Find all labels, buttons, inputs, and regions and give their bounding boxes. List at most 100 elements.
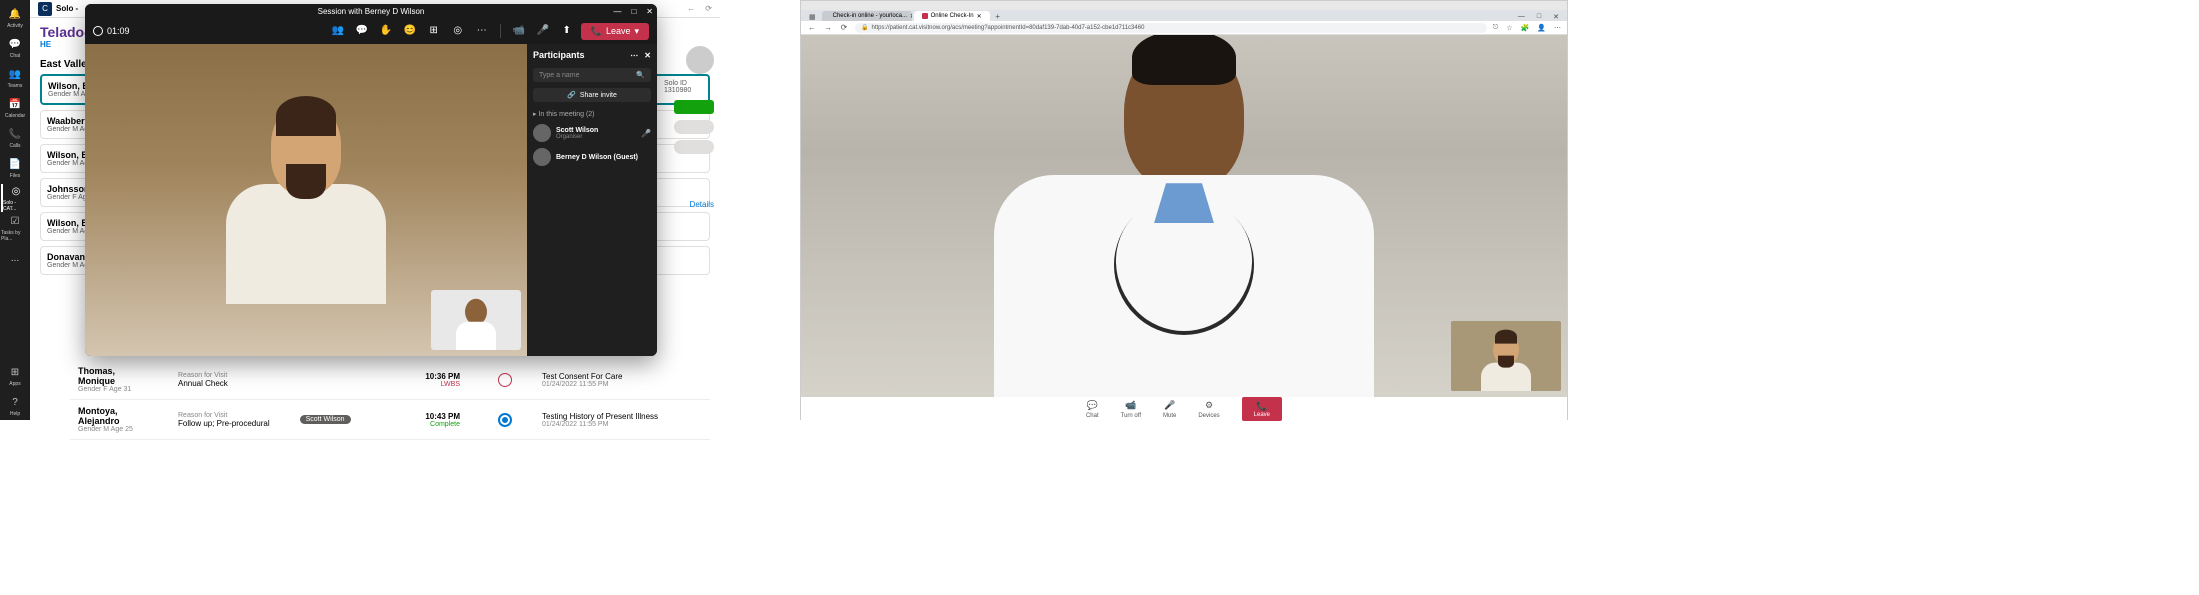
rail-files[interactable]: 📄Files [1,154,29,182]
teams-nav-rail: 🔔Activity 💬Chat 👥Teams 📅Calendar 📞Calls … [0,0,30,420]
more-icon[interactable]: ⋯ [630,51,638,60]
rail-more[interactable]: ... [1,244,29,272]
call-timer: 01:09 [107,26,130,36]
back-icon[interactable]: ← [687,4,695,13]
rail-apps[interactable]: ⊞Apps [1,362,29,390]
chat-icon: 💬 [1086,400,1098,412]
more-icon: ... [8,251,22,265]
solo-id: Solo ID 1310980 [664,80,714,94]
new-tab-button[interactable]: + [992,11,1004,21]
row-radio-icon[interactable] [498,413,512,427]
reload-icon[interactable]: ⟳ [839,23,849,33]
share-invite-button[interactable]: 🔗 Share invite [533,88,651,102]
action-pill[interactable] [674,120,714,134]
camera-button[interactable]: 📹 Turn off [1121,400,1141,419]
minimize-icon[interactable]: — [613,7,621,16]
patient-row[interactable]: Montoya, Alejandro Gender M Age 25 Reaso… [70,400,710,440]
minimize-icon[interactable]: — [1518,13,1525,21]
assignee-badge: Scott Wilson [300,415,351,424]
search-icon: 🔍 [636,71,645,79]
rail-calls[interactable]: 📞Calls [1,124,29,152]
browser-tab[interactable]: Check-in online - yourloca... ✕ [822,11,912,21]
leave-button[interactable]: 📞 Leave ▾ [581,23,649,40]
rail-chat[interactable]: 💬Chat [1,34,29,62]
apps-icon[interactable]: ◎ [452,24,464,36]
solo-right-column: Solo ID 1310980 Details [664,46,714,209]
raise-hand-icon[interactable]: ✋ [380,24,392,36]
browser-tab-active[interactable]: Online Check-In ✕ [914,11,990,21]
self-video-pip[interactable] [431,290,521,350]
address-bar[interactable]: 🔒 https://patient.cat.visitnow.org/acs/m… [855,23,1487,33]
participant-avatar [533,124,551,142]
share-icon[interactable]: ⬆ [561,24,573,36]
gear-icon: ⚙ [1203,400,1215,412]
details-link[interactable]: Details [690,200,714,209]
hangup-icon: 📞 [591,26,602,37]
chat-icon[interactable]: 💬 [356,24,368,36]
browser-toolbar: ← → ⟳ 🔒 https://patient.cat.visitnow.org… [801,21,1567,35]
patient-row[interactable]: Thomas, Monique Gender F Age 31 Reason f… [70,360,710,400]
lock-icon: 🔒 [861,24,868,31]
rail-calendar[interactable]: 📅Calendar [1,94,29,122]
mic-button[interactable]: 🎤 Mute [1163,400,1176,419]
rail-tasks[interactable]: ☑Tasks by Pla... [1,214,29,242]
call-button[interactable] [674,100,714,114]
action-pill[interactable] [674,140,714,154]
mic-icon: 🎤 [641,129,651,138]
files-icon: 📄 [8,158,22,172]
meeting-section-header: ▸ In this meeting (2) [533,110,651,118]
devices-button[interactable]: ⚙ Devices [1198,400,1219,419]
maximize-icon[interactable]: □ [1537,13,1541,21]
help-icon: ? [8,396,22,410]
rooms-icon[interactable]: ⊞ [428,24,440,36]
participant-row[interactable]: Scott Wilson Organiser 🎤 [533,124,651,142]
rail-solo[interactable]: ◎Solo - CAT... [1,184,29,212]
bottom-patient-list: Thomas, Monique Gender F Age 31 Reason f… [70,360,710,440]
leave-button[interactable]: 📞 Leave [1242,397,1282,421]
row-action-icon[interactable] [498,373,512,387]
people-icon[interactable]: 👥 [332,24,344,36]
star-icon[interactable]: ☆ [1506,24,1512,32]
apps-icon: ⊞ [8,366,22,380]
mic-icon[interactable]: 🎤 [537,24,549,36]
menu-icon[interactable]: ⋯ [1554,24,1561,32]
more-icon[interactable]: ⋯ [476,24,488,36]
forward-icon[interactable]: → [823,23,833,33]
self-video-pip[interactable] [1451,321,1561,391]
close-icon[interactable]: ✕ [644,51,651,60]
main-video [85,44,527,356]
participants-title: Participants [533,50,585,60]
maximize-icon[interactable]: □ [631,7,636,16]
solo-app-icon: ◎ [9,185,23,199]
phone-icon: 📞 [8,128,22,142]
extensions-icon[interactable]: 🧩 [1521,24,1530,32]
tab-close-icon[interactable]: ✕ [910,13,912,20]
reaction-icon[interactable]: 😊 [404,24,416,36]
link-icon: 🔗 [567,91,576,99]
rail-activity[interactable]: 🔔Activity [1,4,29,32]
refresh-icon[interactable]: ⟳ [705,4,712,13]
user-avatar[interactable] [686,46,714,74]
participants-panel: Participants ⋯ ✕ Type a name 🔍 🔗 Share i… [527,44,657,356]
camera-icon[interactable]: 📹 [513,24,525,36]
share-icon[interactable]: ⎋ [1493,24,1499,32]
chat-button[interactable]: 💬 Chat [1086,400,1099,419]
rail-help[interactable]: ?Help [1,392,29,420]
close-icon[interactable]: ✕ [1553,13,1559,21]
video-call-content: 💬 Chat 📹 Turn off 🎤 Mute ⚙ Devices 📞 Lea… [801,35,1567,421]
teams-icon: 👥 [8,68,22,82]
participant-row[interactable]: Berney D Wilson (Guest) [533,148,651,166]
tasks-icon: ☑ [8,215,22,229]
profile-icon[interactable]: 👤 [1537,24,1546,32]
participant-search[interactable]: Type a name 🔍 [533,68,651,82]
close-icon[interactable]: ✕ [646,7,653,16]
rail-teams[interactable]: 👥Teams [1,64,29,92]
back-icon[interactable]: ← [807,23,817,33]
bell-icon: 🔔 [8,8,22,22]
call-titlebar: Session with Berney D Wilson — □ ✕ [85,4,657,18]
tab-close-icon[interactable]: ✕ [977,13,982,20]
tab-search-icon[interactable]: ▦ [809,13,816,21]
left-screenshot: 🔔Activity 💬Chat 👥Teams 📅Calendar 📞Calls … [0,0,720,420]
call-title: Session with Berney D Wilson [318,7,425,16]
doctor-video [934,40,1434,421]
